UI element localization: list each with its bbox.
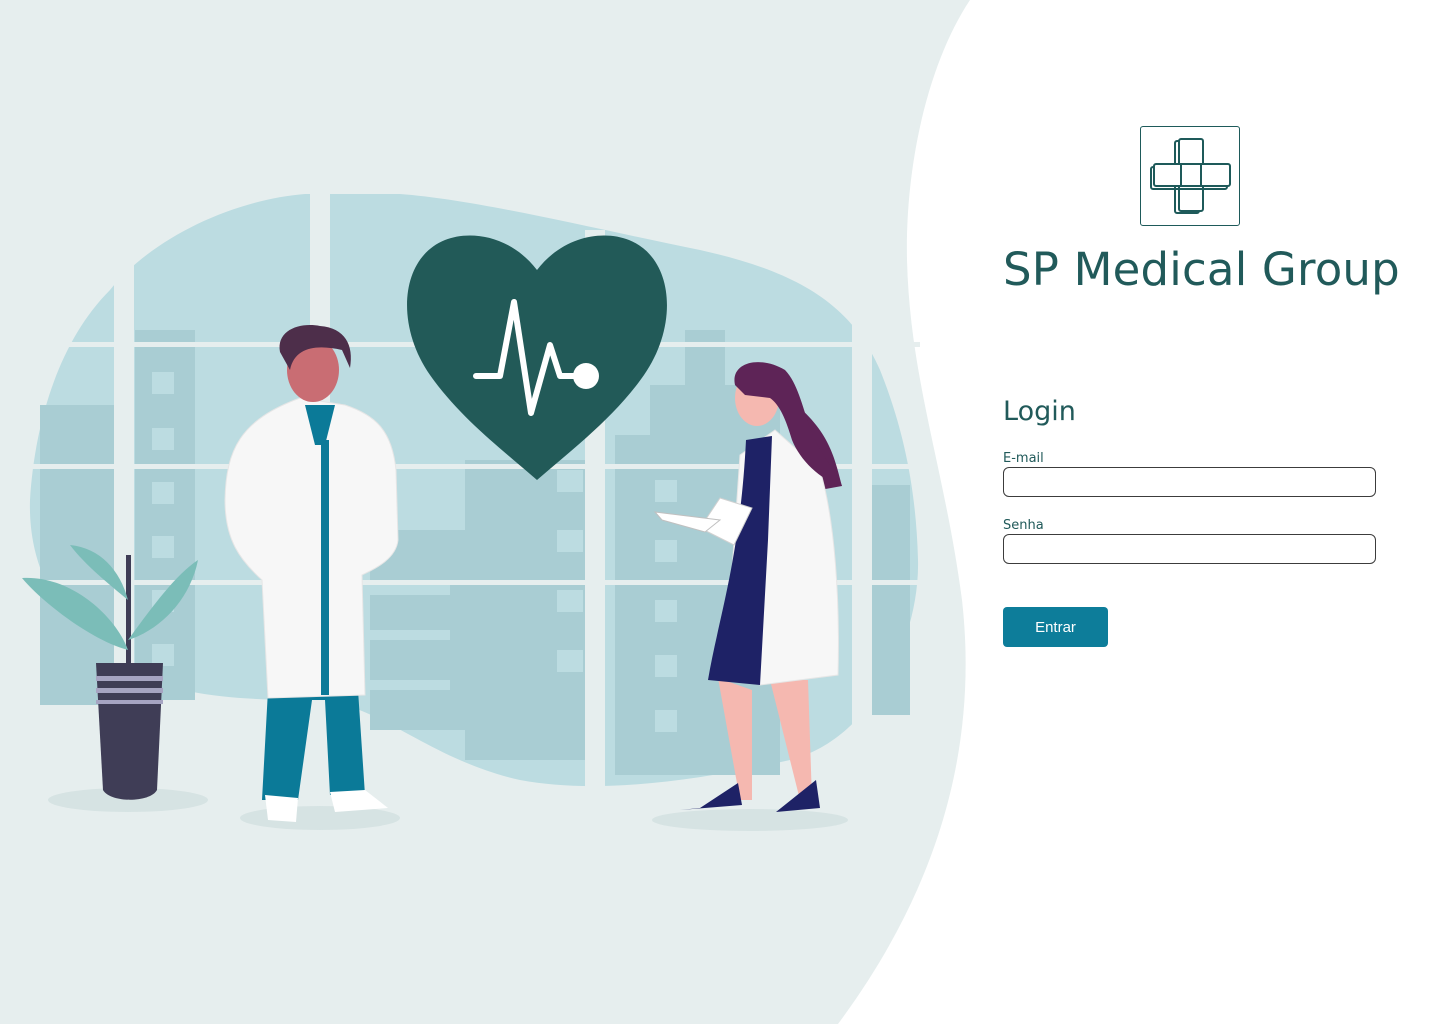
brand-name: SP Medical Group	[1003, 243, 1400, 296]
email-field[interactable]	[1003, 467, 1376, 497]
brand-logo	[1140, 126, 1240, 226]
password-field[interactable]	[1003, 534, 1376, 564]
email-label: E-mail	[1003, 451, 1044, 466]
login-submit-button[interactable]: Entrar	[1003, 607, 1108, 647]
medical-cross-icon	[1150, 138, 1231, 214]
login-title: Login	[1003, 396, 1076, 427]
password-label: Senha	[1003, 518, 1044, 533]
